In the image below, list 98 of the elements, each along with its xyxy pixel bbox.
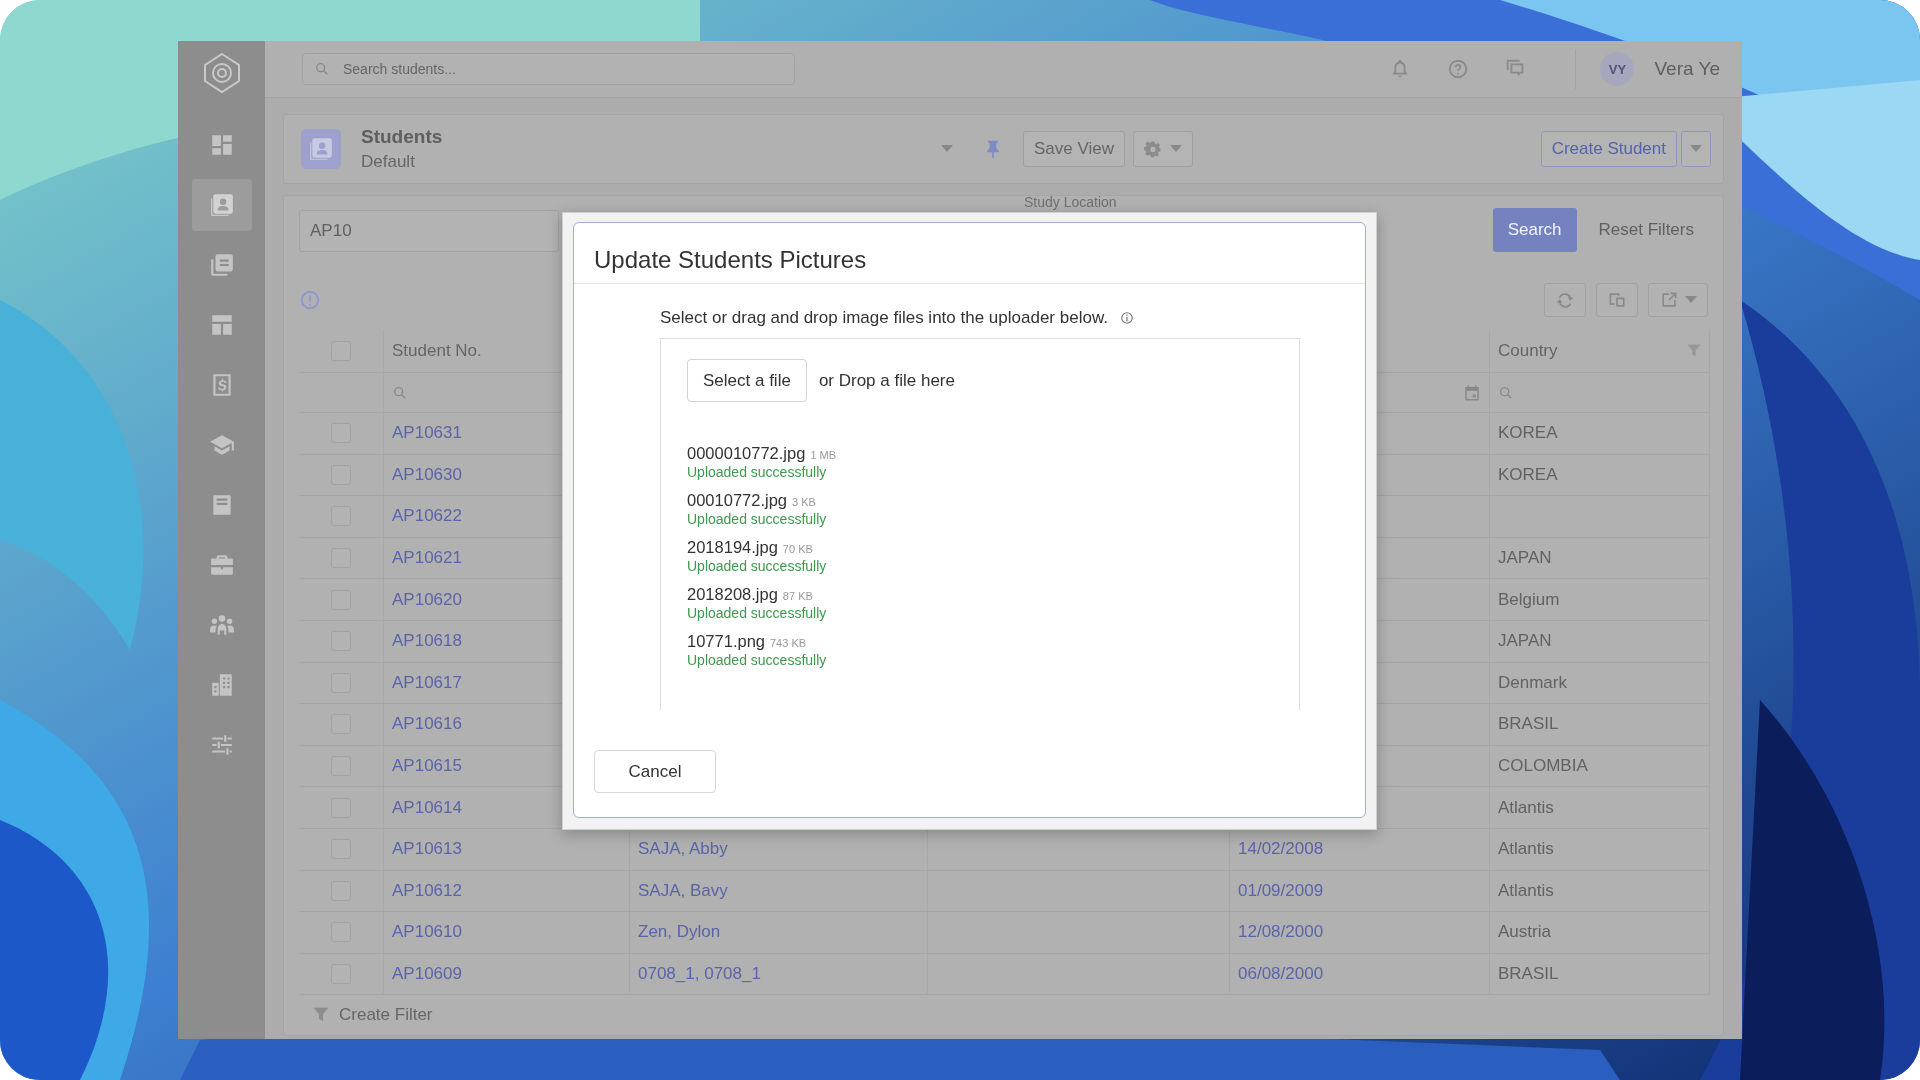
refresh-icon bbox=[1555, 290, 1575, 310]
student-link[interactable]: AP10616 bbox=[392, 714, 462, 735]
file-size: 70 KB bbox=[782, 543, 813, 555]
columns-icon bbox=[1607, 290, 1627, 310]
student-link[interactable]: AP10614 bbox=[392, 797, 462, 818]
copy-icon bbox=[208, 252, 235, 278]
caret-icon bbox=[1685, 296, 1697, 304]
settings-button[interactable] bbox=[1133, 131, 1193, 167]
save-view-button[interactable]: Save View bbox=[1023, 131, 1125, 167]
reset-filters-button[interactable]: Reset Filters bbox=[1584, 208, 1708, 252]
dropdown-button[interactable] bbox=[1681, 131, 1711, 167]
table-cell: JAPAN bbox=[1490, 620, 1710, 663]
user-avatar[interactable]: VY bbox=[1600, 52, 1635, 86]
table-cell: BRASIL bbox=[1490, 953, 1710, 996]
student-link[interactable]: AP10612 bbox=[392, 880, 462, 901]
date-text: 06/08/2000 bbox=[1238, 964, 1324, 984]
filter-icon bbox=[1687, 344, 1701, 358]
upload-status: Uploaded successfully bbox=[687, 558, 828, 574]
date-text: 01/09/2009 bbox=[1238, 880, 1324, 901]
search-button[interactable]: Search bbox=[1492, 208, 1577, 252]
date-text: 12/08/2000 bbox=[1238, 922, 1324, 943]
students-icon bbox=[301, 129, 341, 169]
table-cell: Atlantis bbox=[1490, 870, 1710, 913]
file-name: 10771.png bbox=[687, 632, 765, 651]
table-cell: Denmark bbox=[1490, 662, 1710, 705]
search-input[interactable]: AP10 bbox=[299, 210, 559, 252]
search-icon bbox=[314, 61, 330, 77]
file-size: 3 KB bbox=[792, 496, 816, 508]
table-cell: Austria bbox=[1490, 912, 1710, 954]
search-field[interactable]: Search students... bbox=[302, 53, 795, 85]
select-file-button[interactable]: Select a file bbox=[687, 359, 807, 402]
page-title: Students bbox=[361, 126, 444, 148]
student-link[interactable]: AP10613 bbox=[392, 839, 462, 860]
caret-icon bbox=[1690, 145, 1702, 153]
file-size: 87 KB bbox=[782, 590, 813, 602]
user-name: Vera Ye bbox=[1654, 58, 1720, 80]
column-header[interactable]: Country bbox=[1490, 330, 1710, 373]
search-icon bbox=[1498, 384, 1514, 401]
table-cell: KOREA bbox=[1490, 413, 1710, 455]
table-cell: COLOMBIA bbox=[1490, 745, 1710, 788]
student-link[interactable]: AP10609 bbox=[392, 964, 462, 984]
refresh-button[interactable] bbox=[1544, 283, 1586, 317]
caret-icon bbox=[1170, 145, 1182, 153]
student-link[interactable]: AP10622 bbox=[392, 506, 462, 527]
file-name: 00010772.jpg bbox=[687, 491, 787, 510]
filter-cell[interactable] bbox=[1490, 373, 1710, 413]
caret-icon bbox=[941, 145, 953, 153]
file-name: 2018194.jpg bbox=[687, 538, 778, 557]
name-link[interactable]: SAJA, Bavy bbox=[638, 880, 728, 901]
date-text: 14/02/2008 bbox=[1238, 839, 1324, 860]
gear-icon bbox=[1144, 140, 1162, 158]
student-link[interactable]: AP10610 bbox=[392, 922, 462, 943]
upload-status: Uploaded successfully bbox=[687, 464, 828, 480]
file-size: 743 KB bbox=[770, 637, 807, 649]
upload-area[interactable] bbox=[660, 338, 1300, 710]
briefcase-icon bbox=[208, 552, 235, 578]
create-filter-link[interactable]: Create Filter bbox=[339, 1005, 433, 1026]
student-link[interactable]: AP10631 bbox=[392, 423, 462, 444]
create-student-button[interactable]: Create Student bbox=[1540, 131, 1677, 167]
drop-hint: or Drop a file here bbox=[818, 370, 955, 391]
view-name: Default bbox=[361, 152, 416, 172]
file-name: 0000010772.jpg bbox=[687, 444, 806, 463]
table-cell: KOREA bbox=[1490, 454, 1710, 497]
student-link[interactable]: AP10621 bbox=[392, 548, 462, 569]
upload-status: Uploaded successfully bbox=[687, 511, 828, 527]
sidebar-item[interactable] bbox=[191, 179, 252, 231]
upload-status: Uploaded successfully bbox=[687, 605, 828, 621]
filter-icon bbox=[313, 1007, 329, 1024]
table-cell: Belgium bbox=[1490, 579, 1710, 621]
search-icon bbox=[392, 384, 408, 401]
dialog-title: Update Students Pictures bbox=[594, 246, 867, 274]
student-link[interactable]: AP10620 bbox=[392, 589, 462, 610]
cancel-button[interactable]: Cancel bbox=[594, 750, 716, 793]
calendar-icon bbox=[1463, 383, 1481, 402]
file-name: 2018208.jpg bbox=[687, 585, 778, 604]
name-link[interactable]: SAJA, Abby bbox=[638, 839, 728, 860]
file-size: 1 MB bbox=[810, 449, 837, 461]
table-cell: JAPAN bbox=[1490, 537, 1710, 580]
table-cell: Atlantis bbox=[1490, 828, 1710, 871]
info-icon bbox=[1119, 311, 1134, 325]
student-link[interactable]: AP10630 bbox=[392, 464, 462, 485]
student-link[interactable]: AP10618 bbox=[392, 631, 462, 652]
name-link[interactable]: 0708_1, 0708_1 bbox=[638, 964, 761, 984]
export-button[interactable] bbox=[1648, 283, 1708, 317]
field-label: Study Location bbox=[1024, 194, 1117, 210]
info-icon bbox=[299, 289, 321, 311]
student-link[interactable]: AP10617 bbox=[392, 672, 462, 693]
upload-status: Uploaded successfully bbox=[687, 652, 828, 668]
student-link[interactable]: AP10615 bbox=[392, 756, 462, 777]
help-icon bbox=[1447, 58, 1470, 80]
name-link[interactable]: Zen, Dylon bbox=[638, 922, 721, 943]
table-cell: Atlantis bbox=[1490, 787, 1710, 829]
people-icon bbox=[208, 612, 235, 638]
instruction-text: Select or drag and drop image files into the uploader below. bbox=[660, 308, 1108, 328]
columns-button[interactable] bbox=[1596, 283, 1638, 317]
table-cell: BRASIL bbox=[1490, 704, 1710, 746]
export-icon bbox=[1659, 290, 1679, 310]
contact-card-icon bbox=[208, 192, 235, 218]
